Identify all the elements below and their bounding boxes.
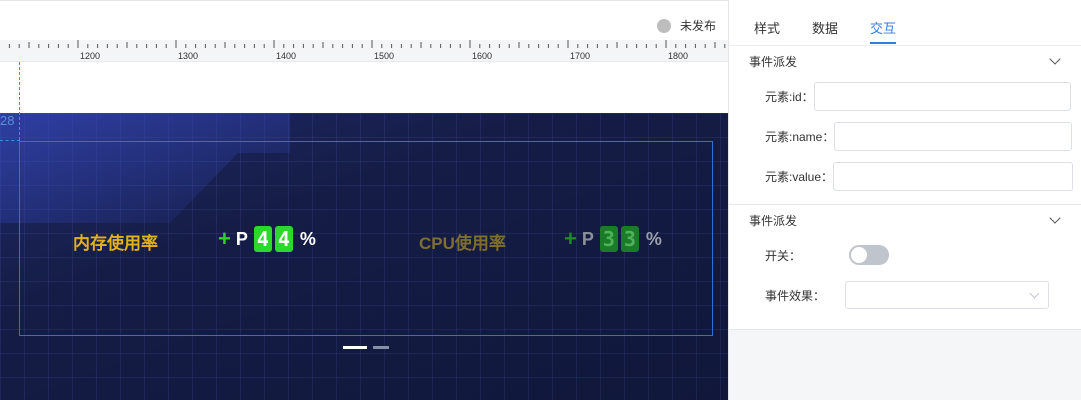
- memory-digit: 4: [274, 226, 293, 252]
- editor-root: 未发布 1200 1300 1400 1500 1600 1700 1800 内存使用率: [0, 0, 1081, 400]
- memory-sign: +: [218, 226, 231, 251]
- chevron-down-icon[interactable]: [1049, 53, 1061, 65]
- cpu-prefix: P: [581, 228, 594, 249]
- effect-select[interactable]: [845, 281, 1050, 309]
- ruler-tick-label: 1600: [472, 51, 492, 61]
- carousel-pager: [343, 346, 389, 349]
- element-value-input[interactable]: [833, 161, 1074, 191]
- horizontal-ruler[interactable]: 1200 1300 1400 1500 1600 1700 1800: [0, 40, 728, 62]
- cpu-digit: 3: [599, 226, 618, 252]
- switch-label: 开关：: [765, 248, 802, 263]
- panel-tabs: 样式 数据 交互: [729, 0, 1081, 46]
- memory-usage-value: + P 4 4 %: [218, 226, 316, 252]
- effect-row: 事件效果：: [729, 275, 1081, 315]
- horizontal-guide-line[interactable]: [0, 140, 20, 141]
- pager-dot-active[interactable]: [343, 346, 367, 349]
- chevron-down-icon[interactable]: [1049, 212, 1061, 224]
- cpu-digit: 3: [620, 226, 639, 252]
- ruler-tick-label: 1500: [374, 51, 394, 61]
- element-id-row: 元素:id：: [729, 76, 1081, 116]
- event-dispatch-section-2: 事件派发 开关： 事件效果：: [729, 205, 1081, 330]
- dashboard-screen[interactable]: 内存使用率 + P 4 4 % CPU使用率 + P 3 3 %: [0, 113, 728, 400]
- memory-prefix: P: [235, 228, 248, 249]
- section-header[interactable]: 事件派发: [729, 46, 1081, 76]
- guide-position-label: 28: [0, 113, 15, 128]
- ruler-tick-label: 1700: [570, 51, 590, 61]
- memory-digit: 4: [253, 226, 272, 252]
- ruler-tick-label: 1400: [276, 51, 296, 61]
- chevron-down-icon: [1029, 288, 1040, 299]
- switch-row: 开关：: [729, 235, 1081, 275]
- ruler-tick-label: 1800: [668, 51, 688, 61]
- element-id-input[interactable]: [813, 81, 1071, 111]
- cpu-usage-label: CPU使用率: [419, 234, 506, 253]
- element-value-row: 元素:value：: [729, 156, 1081, 196]
- tab-data[interactable]: 数据: [812, 0, 838, 46]
- section-title: 事件派发: [749, 54, 798, 69]
- effect-label: 事件效果：: [765, 288, 826, 303]
- event-dispatch-section: 事件派发 元素:id： 元素:name： 元素:value：: [729, 46, 1081, 205]
- element-name-input[interactable]: [834, 121, 1073, 151]
- element-id-label: 元素:id：: [765, 89, 814, 104]
- ruler-ticks: 1200 1300 1400 1500 1600 1700 1800: [8, 40, 726, 61]
- memory-usage-label: 内存使用率: [73, 234, 158, 253]
- cpu-usage-value: + P 3 3 %: [564, 226, 662, 252]
- tab-style[interactable]: 样式: [754, 0, 780, 46]
- canvas-area: 未发布 1200 1300 1400 1500 1600 1700 1800 内存使用率: [0, 0, 728, 400]
- publish-status: 未发布: [656, 17, 716, 34]
- tab-interaction[interactable]: 交互: [870, 0, 897, 46]
- element-name-label: 元素:name：: [765, 129, 835, 144]
- properties-panel: 样式 数据 交互 事件派发 元素:id： 元素:name： 元素:value：: [728, 0, 1081, 400]
- cpu-sign: +: [564, 226, 577, 251]
- memory-unit: %: [299, 228, 316, 249]
- section-title: 事件派发: [749, 213, 798, 228]
- section-header[interactable]: 事件派发: [729, 205, 1081, 235]
- element-name-row: 元素:name：: [729, 116, 1081, 156]
- publish-status-label: 未发布: [679, 19, 716, 33]
- element-value-label: 元素:value：: [765, 169, 834, 184]
- pager-dot[interactable]: [373, 346, 389, 349]
- canvas-toolbar: 未发布: [0, 0, 728, 40]
- ruler-tick-label: 1300: [178, 51, 198, 61]
- ruler-tick-label: 1200: [80, 51, 100, 61]
- status-dot-icon: [656, 18, 671, 33]
- vertical-guide-line[interactable]: [19, 62, 20, 140]
- event-toggle-switch[interactable]: [849, 245, 890, 265]
- cpu-unit: %: [645, 228, 662, 249]
